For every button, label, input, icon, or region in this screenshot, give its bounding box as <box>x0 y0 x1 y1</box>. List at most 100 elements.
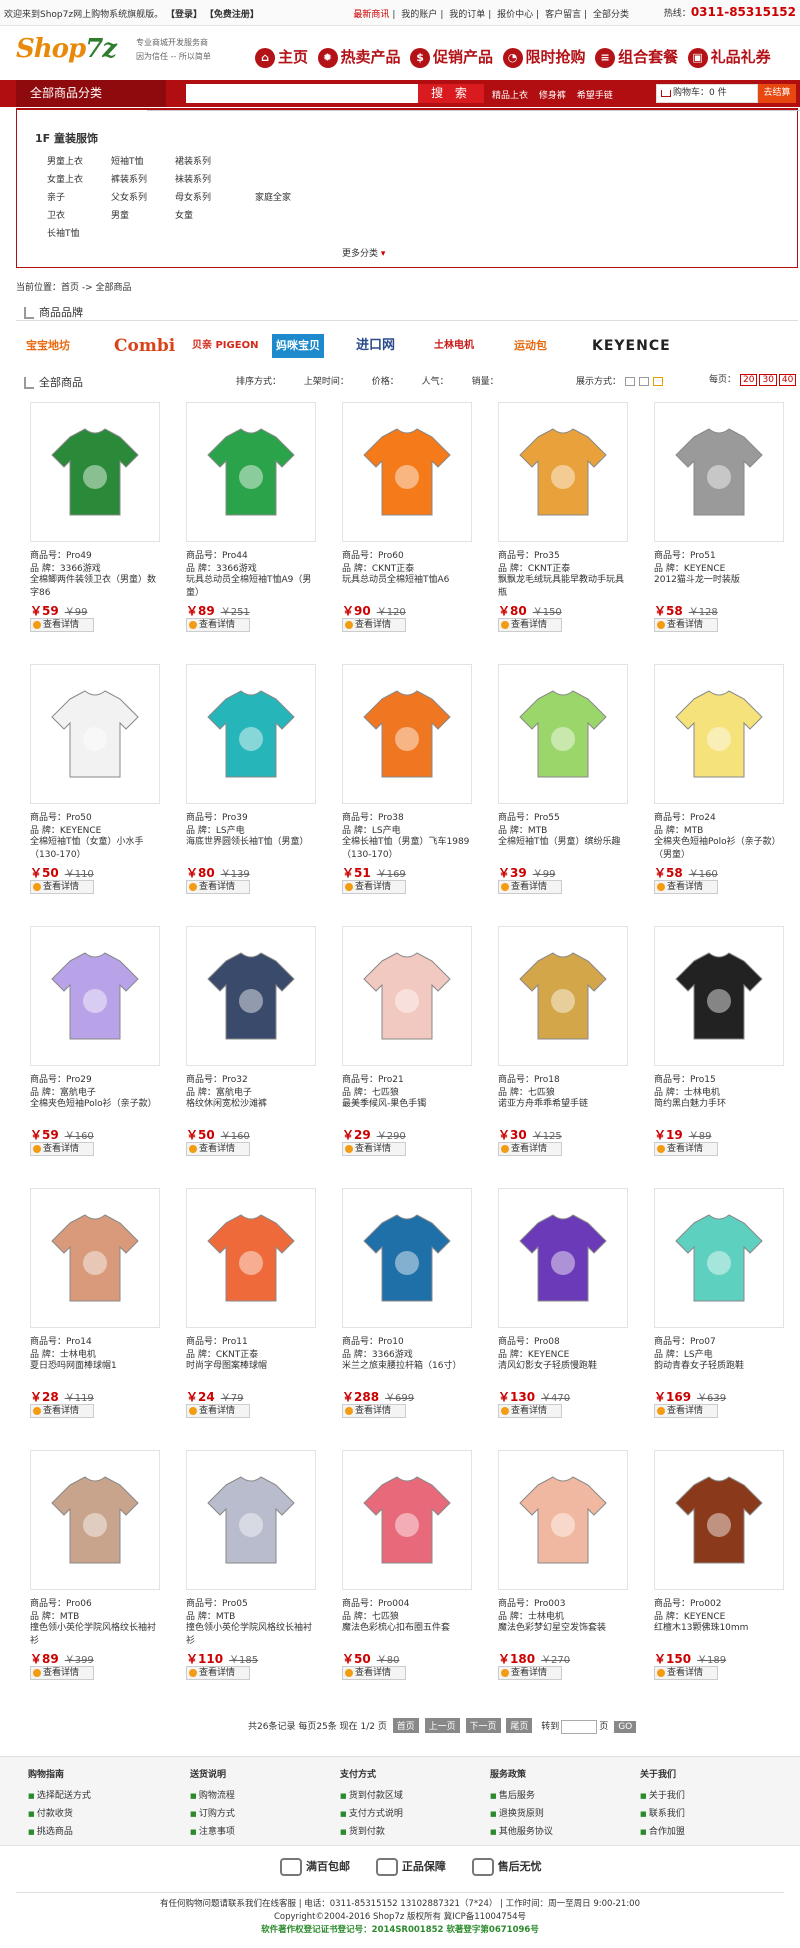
view-details-button[interactable]: 查看详情 <box>654 618 718 632</box>
cart-summary[interactable]: 购物车：0 件 <box>656 84 758 103</box>
category-link[interactable]: 男童 <box>111 208 175 221</box>
sort-by-popularity[interactable]: 人气： <box>422 377 449 387</box>
product-name[interactable]: 清风幻影女子轻质慢跑鞋 <box>498 1360 632 1386</box>
product-name[interactable]: 魔法色彩梦幻星空发饰套装 <box>498 1622 632 1648</box>
list-view-icon[interactable] <box>639 377 650 386</box>
search-input[interactable] <box>186 84 418 103</box>
product-image[interactable] <box>498 1188 628 1328</box>
footer-link[interactable]: 关于我们 <box>640 1788 685 1801</box>
product-card[interactable]: 商品号：Pro51 品 牌：KEYENCE 2012猫斗龙一时装版 ￥58 ￥128 查看… <box>640 392 788 654</box>
product-image[interactable] <box>30 926 160 1066</box>
product-name[interactable]: 最美季候风-果色手镯 <box>342 1098 476 1124</box>
nav-home[interactable]: ⌂ 主页 <box>255 46 308 68</box>
view-details-button[interactable]: 查看详情 <box>30 880 94 894</box>
product-card[interactable]: 商品号：Pro004 品 牌：七匹狼 魔法色彩梳心扣布圈五件套 ￥50 ￥80 查看详情 <box>328 1440 476 1702</box>
page-number-input[interactable] <box>561 1719 598 1734</box>
category-link[interactable]: 男童上衣 <box>47 154 111 167</box>
product-name[interactable]: 全棉夹色短袖Polo衫（亲子款）（男童） <box>654 836 788 862</box>
footer-link[interactable]: 货到付款 <box>340 1824 403 1837</box>
brand-logo[interactable]: Combi <box>114 328 175 364</box>
product-name[interactable]: 魔法色彩梳心扣布圈五件套 <box>342 1622 476 1648</box>
footer-link[interactable]: 退换货原则 <box>490 1806 553 1819</box>
product-card[interactable]: 商品号：Pro35 品 牌：CKNT正泰 飘飘龙毛绒玩具能早教动手玩具瓶 ￥80 ￥15… <box>484 392 632 654</box>
product-card[interactable]: 商品号：Pro55 品 牌：MTB 全棉短袖T恤（男童）缤纷乐趣 ￥39 ￥99 查看详情 <box>484 654 632 916</box>
product-card[interactable]: 商品号：Pro21 品 牌：七匹狼 最美季候风-果色手镯 ￥29 ￥290 查看详情 <box>328 916 476 1178</box>
view-details-button[interactable]: 查看详情 <box>498 880 562 894</box>
view-details-button[interactable]: 查看详情 <box>30 1666 94 1680</box>
view-details-button[interactable]: 查看详情 <box>654 1404 718 1418</box>
category-link[interactable]: 母女系列 <box>175 190 255 203</box>
category-link[interactable]: 家庭全家 <box>255 190 319 203</box>
view-details-button[interactable]: 查看详情 <box>498 1404 562 1418</box>
hot-word[interactable]: 希望手链 <box>577 91 613 101</box>
product-card[interactable]: 商品号：Pro50 品 牌：KEYENCE 全棉短袖T恤（女童）小水手（130-17… <box>16 654 164 916</box>
category-link[interactable]: 袜装系列 <box>175 172 255 185</box>
product-image[interactable] <box>498 1450 628 1590</box>
product-card[interactable]: 商品号：Pro07 品 牌：LS产电 韵动青春女子轻质跑鞋 ￥169 ￥639 查看详情 <box>640 1178 788 1440</box>
footer-link[interactable]: 售后服务 <box>490 1788 553 1801</box>
login-link[interactable]: 【登录】 <box>166 10 202 20</box>
site-logo[interactable]: Shop7z <box>16 34 117 64</box>
product-name[interactable]: 时尚字母图案棒球帽 <box>186 1360 320 1386</box>
footer-link[interactable]: 注意事项 <box>190 1824 235 1837</box>
brand-logo[interactable]: 贝亲 PIGEON <box>192 328 258 364</box>
per-page-40[interactable]: 40 <box>778 374 797 386</box>
product-name[interactable]: 米兰之旅束腰拉杆箱（16寸） <box>342 1360 476 1386</box>
brand-logo[interactable]: KEYENCE <box>592 328 671 364</box>
product-name[interactable]: 全棉短袖T恤（男童）缤纷乐趣 <box>498 836 632 862</box>
product-image[interactable] <box>186 926 316 1066</box>
image-view-icon[interactable] <box>653 377 664 386</box>
product-card[interactable]: 商品号：Pro003 品 牌：士林电机 魔法色彩梦幻星空发饰套装 ￥180 ￥270 查看… <box>484 1440 632 1702</box>
view-details-button[interactable]: 查看详情 <box>30 1404 94 1418</box>
view-details-button[interactable]: 查看详情 <box>186 1142 250 1156</box>
top-link-quotes[interactable]: 报价中心 <box>494 10 536 20</box>
view-details-button[interactable]: 查看详情 <box>498 618 562 632</box>
view-details-button[interactable]: 查看详情 <box>342 880 406 894</box>
product-image[interactable] <box>654 926 784 1066</box>
category-link[interactable]: 父女系列 <box>111 190 175 203</box>
product-name[interactable]: 全棉夹色短袖Polo衫（亲子款） <box>30 1098 164 1124</box>
product-name[interactable]: 夏日恐吗网面棒球帽1 <box>30 1360 164 1386</box>
product-image[interactable] <box>498 402 628 542</box>
product-card[interactable]: 商品号：Pro002 品 牌：KEYENCE 红檀木13颗佛珠10mm ￥150 ￥18… <box>640 1440 788 1702</box>
per-page-20[interactable]: 20 <box>740 374 758 386</box>
product-image[interactable] <box>342 664 472 804</box>
product-image[interactable] <box>342 926 472 1066</box>
product-image[interactable] <box>30 1450 160 1590</box>
footer-link[interactable]: 选择配送方式 <box>28 1788 91 1801</box>
view-details-button[interactable]: 查看详情 <box>186 1404 250 1418</box>
brand-logo[interactable]: 运动包 <box>514 328 547 364</box>
next-page-button[interactable]: 下一页 <box>465 1718 501 1733</box>
top-link-categories[interactable]: 全部分类 <box>590 10 632 20</box>
nav-flash[interactable]: ◔ 限时抢购 <box>502 46 586 68</box>
product-image[interactable] <box>30 664 160 804</box>
product-card[interactable]: 商品号：Pro15 品 牌：士林电机 简约黑白魅力手环 ￥19 ￥89 查看详情 <box>640 916 788 1178</box>
product-name[interactable]: 2012猫斗龙一时装版 <box>654 574 788 600</box>
nav-combo[interactable]: ≡ 组合套餐 <box>595 46 678 68</box>
view-details-button[interactable]: 查看详情 <box>30 618 94 632</box>
footer-link[interactable]: 支付方式说明 <box>340 1806 403 1819</box>
product-card[interactable]: 商品号：Pro24 品 牌：MTB 全棉夹色短袖Polo衫（亲子款）（男童） ￥58 ￥… <box>640 654 788 916</box>
footer-link[interactable]: 订购方式 <box>190 1806 235 1819</box>
product-name[interactable]: 海底世界圆领长袖T恤（男童） <box>186 836 320 862</box>
product-name[interactable]: 撞色领小英伦学院风格纹长袖衬衫 <box>30 1622 164 1648</box>
sort-by-sales[interactable]: 销量： <box>472 377 499 387</box>
product-name[interactable]: 全棉短袖T恤（女童）小水手（130-170） <box>30 836 164 862</box>
top-link-messages[interactable]: 客户留言 <box>542 10 584 20</box>
category-link[interactable]: 亲子 <box>47 190 111 203</box>
product-image[interactable] <box>30 1188 160 1328</box>
category-link[interactable]: 短袖T恤 <box>111 154 175 167</box>
view-details-button[interactable]: 查看详情 <box>654 1142 718 1156</box>
product-name[interactable]: 红檀木13颗佛珠10mm <box>654 1622 788 1648</box>
product-card[interactable]: 商品号：Pro44 品 牌：3366游戏 玩具总动员全棉短袖T恤A9（男童） ￥89 ￥… <box>172 392 320 654</box>
nav-gift[interactable]: ▣ 礼品礼券 <box>687 46 771 68</box>
hot-word[interactable]: 精品上衣 <box>492 91 528 101</box>
brand-logo[interactable]: 妈咪宝贝 <box>272 334 324 358</box>
all-categories-button[interactable]: 全部商品分类 <box>16 80 166 107</box>
footer-link[interactable]: 挑选商品 <box>28 1824 91 1837</box>
footer-link[interactable]: 付款收货 <box>28 1806 91 1819</box>
product-image[interactable] <box>342 1450 472 1590</box>
footer-link[interactable]: 合作加盟 <box>640 1824 685 1837</box>
category-link[interactable]: 长袖T恤 <box>47 226 111 239</box>
more-categories-link[interactable]: 更多分类 <box>342 246 385 259</box>
